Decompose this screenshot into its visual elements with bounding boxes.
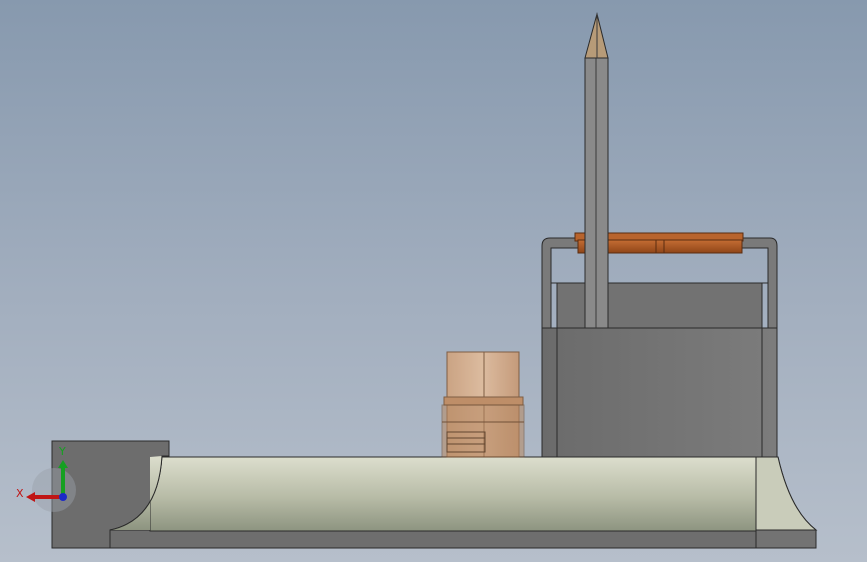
base-top-surface [149,456,757,532]
holder-lower [441,404,525,458]
x-axis-arrowhead [26,492,35,502]
holder-band [443,396,524,406]
base-right-fillet [755,456,818,531]
x-axis-label: X [16,487,24,500]
y-axis-label: Y [58,445,66,458]
3d-graphics-viewport[interactable]: Y X [0,0,867,562]
base-bottom-strip [109,529,817,549]
housing-block[interactable] [541,237,778,458]
transparent-holder[interactable] [441,351,525,458]
triad-sphere [32,468,76,512]
vertical-pin[interactable] [584,12,609,329]
model-scene[interactable]: Y X [0,0,867,562]
z-axis-point [59,493,67,501]
housing-body [541,327,778,458]
